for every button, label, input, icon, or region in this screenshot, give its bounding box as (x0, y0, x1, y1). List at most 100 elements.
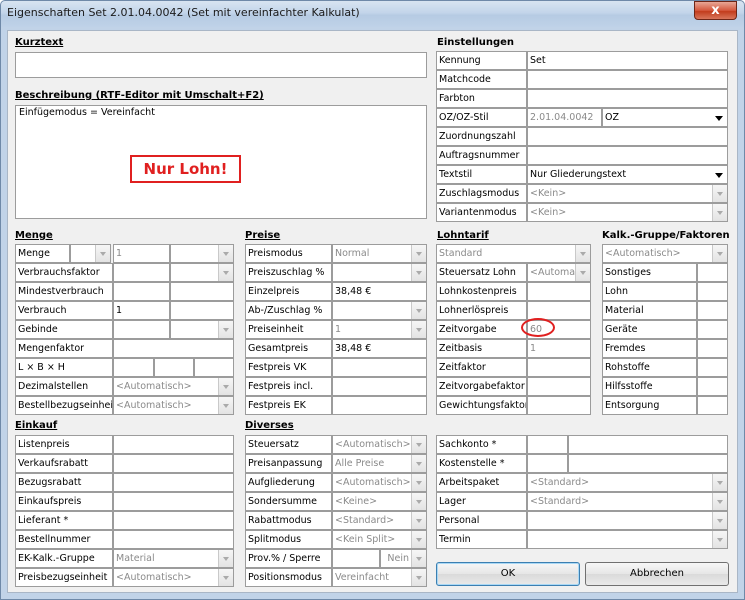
chevron-down-icon[interactable] (712, 493, 727, 510)
gebinde-select[interactable] (170, 320, 234, 339)
chevron-down-icon[interactable] (411, 531, 426, 548)
chevron-down-icon[interactable] (218, 378, 233, 395)
verkaufsrabatt-input[interactable] (113, 454, 234, 473)
chevron-down-icon[interactable] (712, 166, 727, 183)
steuersatz-lohn-select[interactable]: <Automat (527, 263, 591, 282)
steuersatz-select[interactable]: <Automatisch> (332, 435, 427, 454)
arbeitspaket-select[interactable]: <Standard> (527, 473, 728, 492)
chevron-down-icon[interactable] (575, 245, 590, 262)
chevron-down-icon[interactable] (411, 264, 426, 281)
kalk-row-input[interactable] (697, 320, 728, 339)
kalk-row-input[interactable] (697, 396, 728, 415)
lohntarif-select[interactable]: Standard (436, 244, 591, 263)
farbton-input[interactable] (527, 89, 728, 108)
chevron-down-icon[interactable] (411, 550, 426, 567)
festpreis-ek-input[interactable] (332, 396, 427, 415)
chevron-down-icon[interactable] (218, 264, 233, 281)
chevron-down-icon[interactable] (712, 245, 727, 262)
sperre-select[interactable]: Nein (380, 549, 427, 568)
chevron-down-icon[interactable] (218, 245, 233, 262)
chevron-down-icon[interactable] (712, 204, 727, 221)
kalk-row-input[interactable] (697, 263, 728, 282)
verbrauchsfaktor-input[interactable] (113, 263, 170, 282)
auftragsnummer-input[interactable] (527, 146, 728, 165)
bezugsrabatt-input[interactable] (113, 473, 234, 492)
kostenstelle-code-input[interactable] (527, 454, 568, 473)
chevron-down-icon[interactable] (712, 531, 727, 548)
mengenfaktor-input[interactable] (113, 339, 234, 358)
aufgliederung-select[interactable]: <Automatisch> (332, 473, 427, 492)
textstil-select[interactable]: Nur Gliederungstext (527, 165, 728, 184)
kurztext-input[interactable] (15, 52, 427, 78)
kennung-input[interactable]: Set (527, 51, 728, 70)
chevron-down-icon[interactable] (218, 397, 233, 414)
chevron-down-icon[interactable] (411, 474, 426, 491)
sachkonto-name-input[interactable] (568, 435, 728, 454)
kalk-row-input[interactable] (697, 358, 728, 377)
chevron-down-icon[interactable] (411, 436, 426, 453)
chevron-down-icon[interactable] (218, 321, 233, 338)
menge-unit-select[interactable] (70, 244, 111, 263)
zeitfaktor-input[interactable] (527, 358, 591, 377)
preisbezug-select[interactable]: <Automatisch> (113, 568, 234, 587)
abzuschlag-select[interactable] (332, 301, 427, 320)
chevron-down-icon[interactable] (411, 569, 426, 586)
abbrechen-button[interactable]: Abbrechen (585, 562, 729, 586)
zeitvorgabefaktor-input[interactable] (527, 377, 591, 396)
sondersumme-select[interactable]: <Keine> (332, 492, 427, 511)
mindestverbrauch-input[interactable] (113, 282, 170, 301)
chevron-down-icon[interactable] (218, 569, 233, 586)
einzelpreis-input[interactable]: 38,48 € (332, 282, 427, 301)
verbrauch-unit-input[interactable] (170, 301, 234, 320)
kalk-row-input[interactable] (697, 339, 728, 358)
lieferant-input[interactable] (113, 511, 234, 530)
splitmodus-select[interactable]: <Kein Split> (332, 530, 427, 549)
menge-mode-select[interactable] (170, 244, 234, 263)
positionsmodus-select[interactable]: Vereinfacht (332, 568, 427, 587)
mindestverbrauch-unit-input[interactable] (170, 282, 234, 301)
chevron-down-icon[interactable] (712, 109, 727, 126)
chevron-down-icon[interactable] (411, 512, 426, 529)
close-button[interactable]: x (694, 1, 737, 20)
einkaufspreis-input[interactable] (113, 492, 234, 511)
chevron-down-icon[interactable] (218, 550, 233, 567)
kalk-row-input[interactable] (697, 377, 728, 396)
rabattmodus-select[interactable]: <Standard> (332, 511, 427, 530)
ekgruppe-select[interactable]: Material (113, 549, 234, 568)
sachkonto-code-input[interactable] (527, 435, 568, 454)
zuschlagsmodus-select[interactable]: <Kein> (527, 184, 728, 203)
kalk-gruppe-select[interactable]: <Automatisch> (602, 244, 728, 263)
bestellbezug-select[interactable]: <Automatisch> (113, 396, 234, 415)
personal-select[interactable] (527, 511, 728, 530)
festpreis-incl-input[interactable] (332, 377, 427, 396)
gebinde-input[interactable] (113, 320, 170, 339)
festpreis-vk-input[interactable] (332, 358, 427, 377)
preiseinheit-select[interactable]: 1 (332, 320, 427, 339)
menge-input[interactable]: 1 (113, 244, 170, 263)
kostenstelle-name-input[interactable] (568, 454, 728, 473)
chevron-down-icon[interactable] (712, 512, 727, 529)
zuordnungszahl-input[interactable] (527, 127, 728, 146)
chevron-down-icon[interactable] (411, 455, 426, 472)
listenpreis-input[interactable] (113, 435, 234, 454)
ozstil-number-input[interactable]: 2.01.04.0042 (527, 108, 602, 127)
chevron-down-icon[interactable] (411, 493, 426, 510)
variantenmodus-select[interactable]: <Kein> (527, 203, 728, 222)
chevron-down-icon[interactable] (712, 474, 727, 491)
dezimalstellen-select[interactable]: <Automatisch> (113, 377, 234, 396)
verbrauchsfaktor-select[interactable] (170, 263, 234, 282)
lager-select[interactable]: <Standard> (527, 492, 728, 511)
termin-select[interactable] (527, 530, 728, 549)
chevron-down-icon[interactable] (411, 302, 426, 319)
zeitbasis-input[interactable]: 1 (527, 339, 591, 358)
kalk-row-input[interactable] (697, 301, 728, 320)
lohnkostenpreis-input[interactable] (527, 282, 591, 301)
ok-button[interactable]: OK (436, 562, 580, 586)
chevron-down-icon[interactable] (95, 245, 110, 262)
verbrauch-input[interactable]: 1 (113, 301, 170, 320)
bestellnummer-input[interactable] (113, 530, 234, 549)
ozstil-select[interactable]: OZ (602, 108, 728, 127)
preismodus-select[interactable]: Normal (332, 244, 427, 263)
chevron-down-icon[interactable] (712, 185, 727, 202)
kalk-row-input[interactable] (697, 282, 728, 301)
